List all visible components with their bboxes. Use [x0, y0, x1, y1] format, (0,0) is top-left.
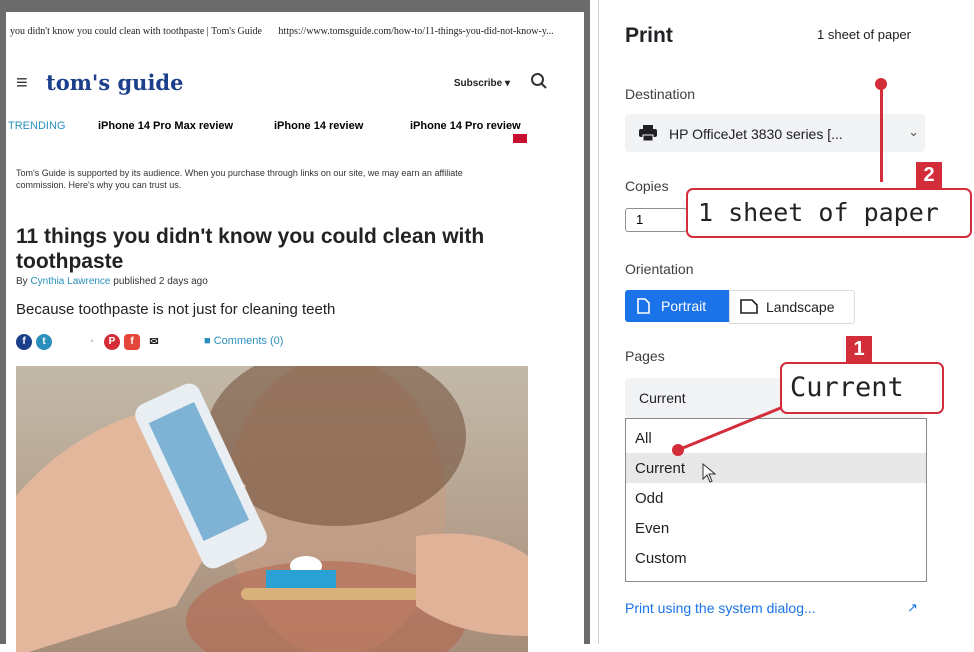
callout-1-dot — [672, 444, 684, 456]
callout-1-line — [677, 398, 801, 452]
callout-1-badge: 1 — [846, 336, 872, 362]
callout-1-text: Current — [790, 372, 904, 403]
callout-1: Current — [780, 362, 944, 414]
